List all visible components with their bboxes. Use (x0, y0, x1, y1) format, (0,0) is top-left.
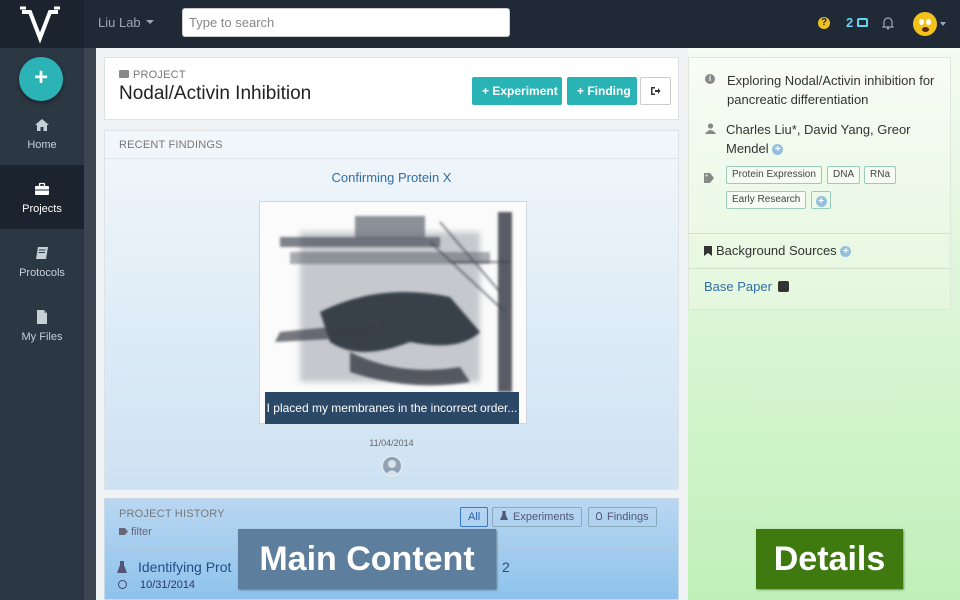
project-authors: Charles Liu*, David Yang, Greor Mendel + (726, 120, 941, 158)
inbox-count[interactable]: 2 (846, 15, 853, 30)
tab-findings[interactable]: Findings (588, 507, 657, 527)
tag-chip[interactable]: DNA (827, 166, 861, 184)
tab-all[interactable]: All (460, 507, 489, 527)
chevron-down-icon[interactable] (940, 22, 946, 26)
add-finding-button[interactable]: + Finding (567, 77, 637, 105)
top-bar: Liu Lab ? 2 (0, 0, 960, 48)
bell-icon[interactable] (882, 16, 894, 30)
help-icon[interactable]: ? (818, 17, 830, 29)
logo-area[interactable] (0, 0, 84, 48)
external-link-icon (777, 281, 789, 292)
tab-experiments[interactable]: Experiments (492, 507, 583, 527)
briefcase-icon (119, 70, 129, 78)
search-input[interactable] (182, 8, 510, 37)
history-item-title-tail: 2 (502, 559, 510, 575)
chevron-down-icon[interactable] (146, 20, 154, 24)
tags-icon (704, 173, 714, 183)
finding-title-link[interactable]: Confirming Protein X (105, 170, 678, 185)
tags-icon (119, 528, 128, 535)
plus-icon: + (815, 196, 827, 208)
project-header: PROJECT Nodal/Activin Inhibition + Exper… (104, 57, 679, 120)
book-icon (36, 247, 48, 259)
main-content-label: Main Content (238, 529, 496, 589)
page-title: Nodal/Activin Inhibition (119, 83, 312, 104)
add-button[interactable]: + (19, 57, 63, 101)
divider (105, 158, 678, 159)
flask-icon (500, 511, 508, 520)
person-icon (385, 460, 399, 475)
add-experiment-button[interactable]: + Experiment (472, 77, 562, 105)
clock-icon (118, 580, 127, 589)
logo-icon (20, 6, 60, 44)
divider (689, 268, 950, 269)
file-icon (37, 310, 47, 324)
exit-button[interactable] (640, 77, 671, 105)
sidebar-item-label: Projects (22, 203, 62, 215)
avatar-eye (919, 19, 924, 25)
tag-chip[interactable]: RNa (864, 166, 897, 184)
background-sources-heading: Background Sources + (704, 243, 852, 258)
divider (689, 233, 950, 234)
lightbulb-icon (596, 512, 602, 520)
avatar-mouth (922, 27, 929, 32)
tab-label: Experiments (513, 511, 575, 523)
user-avatar[interactable] (913, 12, 937, 36)
sidebar: + Home Projects Protocols My Files (0, 48, 84, 600)
sidebar-item-label: My Files (21, 331, 63, 343)
sidebar-item-protocols[interactable]: Protocols (0, 229, 84, 293)
inbox-icon[interactable] (857, 18, 868, 27)
recent-findings: RECENT FINDINGS Confirming Protein X I p… (104, 130, 679, 490)
sidebar-item-projects[interactable]: Projects (0, 165, 84, 229)
sidebar-item-my-files[interactable]: My Files (0, 293, 84, 357)
finding-image[interactable] (259, 201, 527, 424)
history-item-title-text: Identifying Prot (138, 559, 232, 575)
background-sources-label: Background Sources (716, 243, 837, 258)
project-kicker: PROJECT (119, 69, 186, 81)
tag-chip[interactable]: Early Research (726, 191, 807, 209)
base-paper-link[interactable]: Base Paper (704, 279, 789, 294)
add-tag-button[interactable]: + (811, 191, 831, 209)
filter-tags[interactable]: filter (119, 526, 152, 538)
lab-selector[interactable]: Liu Lab (98, 15, 141, 30)
sign-out-icon (651, 87, 661, 95)
user-icon (705, 123, 716, 134)
bookmark-icon (704, 246, 712, 256)
info-icon: i (705, 74, 715, 84)
section-title: RECENT FINDINGS (119, 139, 223, 151)
avatar-eye (926, 19, 931, 25)
briefcase-icon (35, 182, 49, 195)
base-paper-label: Base Paper (704, 279, 772, 294)
section-title: PROJECT HISTORY (119, 508, 225, 520)
history-item-title[interactable]: Identifying Prot 2 (138, 559, 510, 575)
add-author-icon[interactable]: + (772, 144, 784, 156)
sidebar-item-home[interactable]: Home (0, 101, 84, 165)
flask-icon (117, 561, 127, 573)
sidebar-edge (84, 48, 96, 600)
project-kicker-label: PROJECT (133, 69, 186, 81)
details-card: i Exploring Nodal/Activin inhibition for… (688, 57, 951, 310)
home-icon (35, 119, 49, 131)
western-blot-image (260, 202, 526, 423)
author-avatar[interactable] (381, 455, 403, 477)
authors-text: Charles Liu*, David Yang, Greor Mendel (726, 122, 911, 156)
finding-date: 11/04/2014 (369, 438, 414, 448)
details-label: Details (756, 529, 903, 589)
project-description: Exploring Nodal/Activin inhibition for p… (727, 73, 935, 107)
add-source-icon[interactable]: + (840, 246, 852, 258)
tag-chip[interactable]: Protein Expression (726, 166, 822, 184)
sidebar-item-label: Protocols (19, 267, 65, 279)
filter-label: filter (131, 526, 152, 538)
tab-label: Findings (607, 511, 649, 523)
finding-caption: I placed my membranes in the incorrect o… (265, 392, 519, 424)
history-item-date: 10/31/2014 (140, 579, 196, 591)
sidebar-item-label: Home (27, 139, 57, 151)
